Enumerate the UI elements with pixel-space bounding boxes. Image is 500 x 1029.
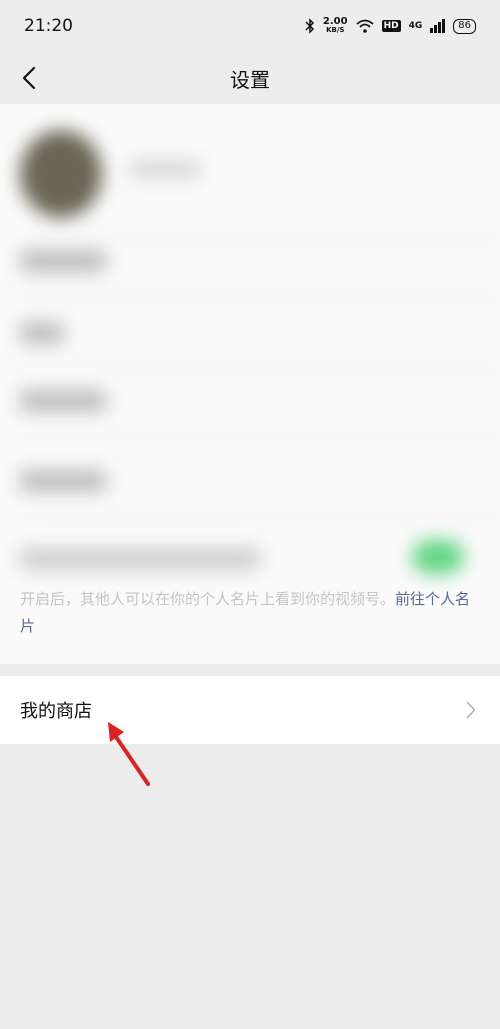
hd-badge: HD: [381, 20, 401, 32]
my-shop-row[interactable]: 我的商店: [0, 676, 500, 744]
bluetooth-icon: [305, 18, 314, 34]
network-type: 4G: [408, 21, 423, 31]
toggle-switch[interactable]: [412, 540, 464, 574]
hint-text: 开启后，其他人可以在你的个人名片上看到你的视频号。前往个人名片: [20, 590, 471, 635]
status-icons: 2.00 KB/S HD 4G 86: [305, 17, 476, 35]
page-title: 设置: [230, 67, 270, 92]
signal-icon: [430, 19, 446, 33]
wifi-icon: [356, 19, 374, 33]
chevron-right-icon: [466, 700, 478, 720]
battery-icon: 86: [453, 18, 476, 34]
blurred-content: [0, 104, 500, 664]
avatar: [20, 130, 102, 218]
network-speed: 2.00 KB/S: [322, 16, 348, 35]
nav-bar: 设置: [0, 52, 500, 104]
blurred-settings-section: 开启后，其他人可以在你的个人名片上看到你的视频号。前往个人名片: [0, 104, 500, 664]
status-bar: 21:20 2.00 KB/S HD 4G 86: [0, 0, 500, 52]
back-button[interactable]: [14, 62, 44, 94]
red-arrow-annotation: [108, 722, 150, 786]
status-time: 21:20: [24, 16, 73, 36]
my-shop-label: 我的商店: [20, 701, 92, 722]
chevron-left-icon: [22, 66, 36, 90]
